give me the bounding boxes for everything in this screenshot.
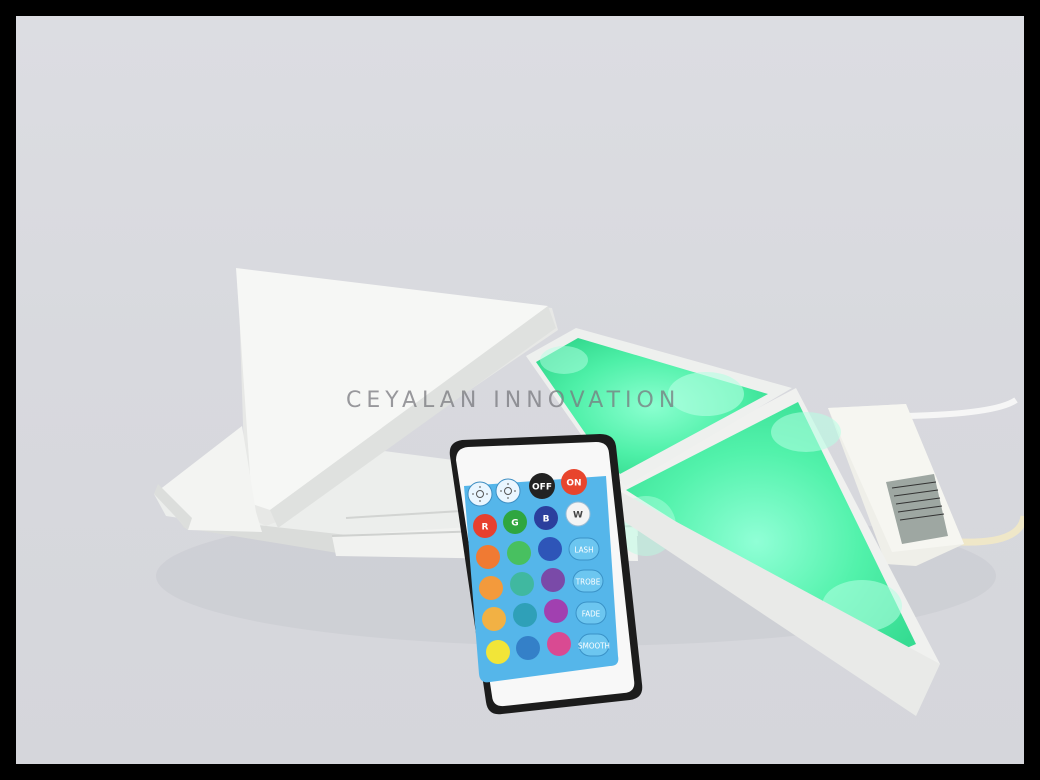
cable-lower [960, 515, 1024, 546]
color-pink [547, 632, 571, 656]
color-teal-1 [510, 572, 534, 596]
b-label: B [543, 515, 550, 525]
color-orange-3 [482, 607, 506, 631]
color-blue-3 [516, 636, 540, 660]
on-label: ON [566, 479, 581, 489]
brightness-down-button [495, 478, 521, 504]
flash-label: LASH [574, 546, 593, 555]
off-label: OFF [532, 483, 552, 493]
black-border-frame: OFF ON R G B W LASH TROBE FADE SMOOTH CE… [0, 0, 1040, 780]
color-orange-2 [479, 576, 503, 600]
watermark-text: CEYALAN INNOVATION [346, 388, 681, 413]
r-label: R [482, 523, 489, 533]
g-label: G [511, 519, 518, 529]
power-cable [905, 397, 1018, 419]
brightness-up-button [467, 481, 493, 507]
smooth-label: SMOOTH [578, 642, 610, 651]
color-green-2 [507, 541, 531, 565]
color-teal-2 [513, 603, 537, 627]
w-label: W [573, 511, 583, 521]
fade-label: FADE [582, 610, 601, 619]
product-photo: OFF ON R G B W LASH TROBE FADE SMOOTH CE… [16, 16, 1024, 764]
color-yellow [486, 640, 510, 664]
strobe-label: TROBE [575, 578, 601, 587]
remote-control: OFF ON R G B W LASH TROBE FADE SMOOTH [449, 434, 643, 715]
color-orange-1 [476, 545, 500, 569]
color-purple-1 [541, 568, 565, 592]
color-purple-2 [544, 599, 568, 623]
color-blue-2 [538, 537, 562, 561]
